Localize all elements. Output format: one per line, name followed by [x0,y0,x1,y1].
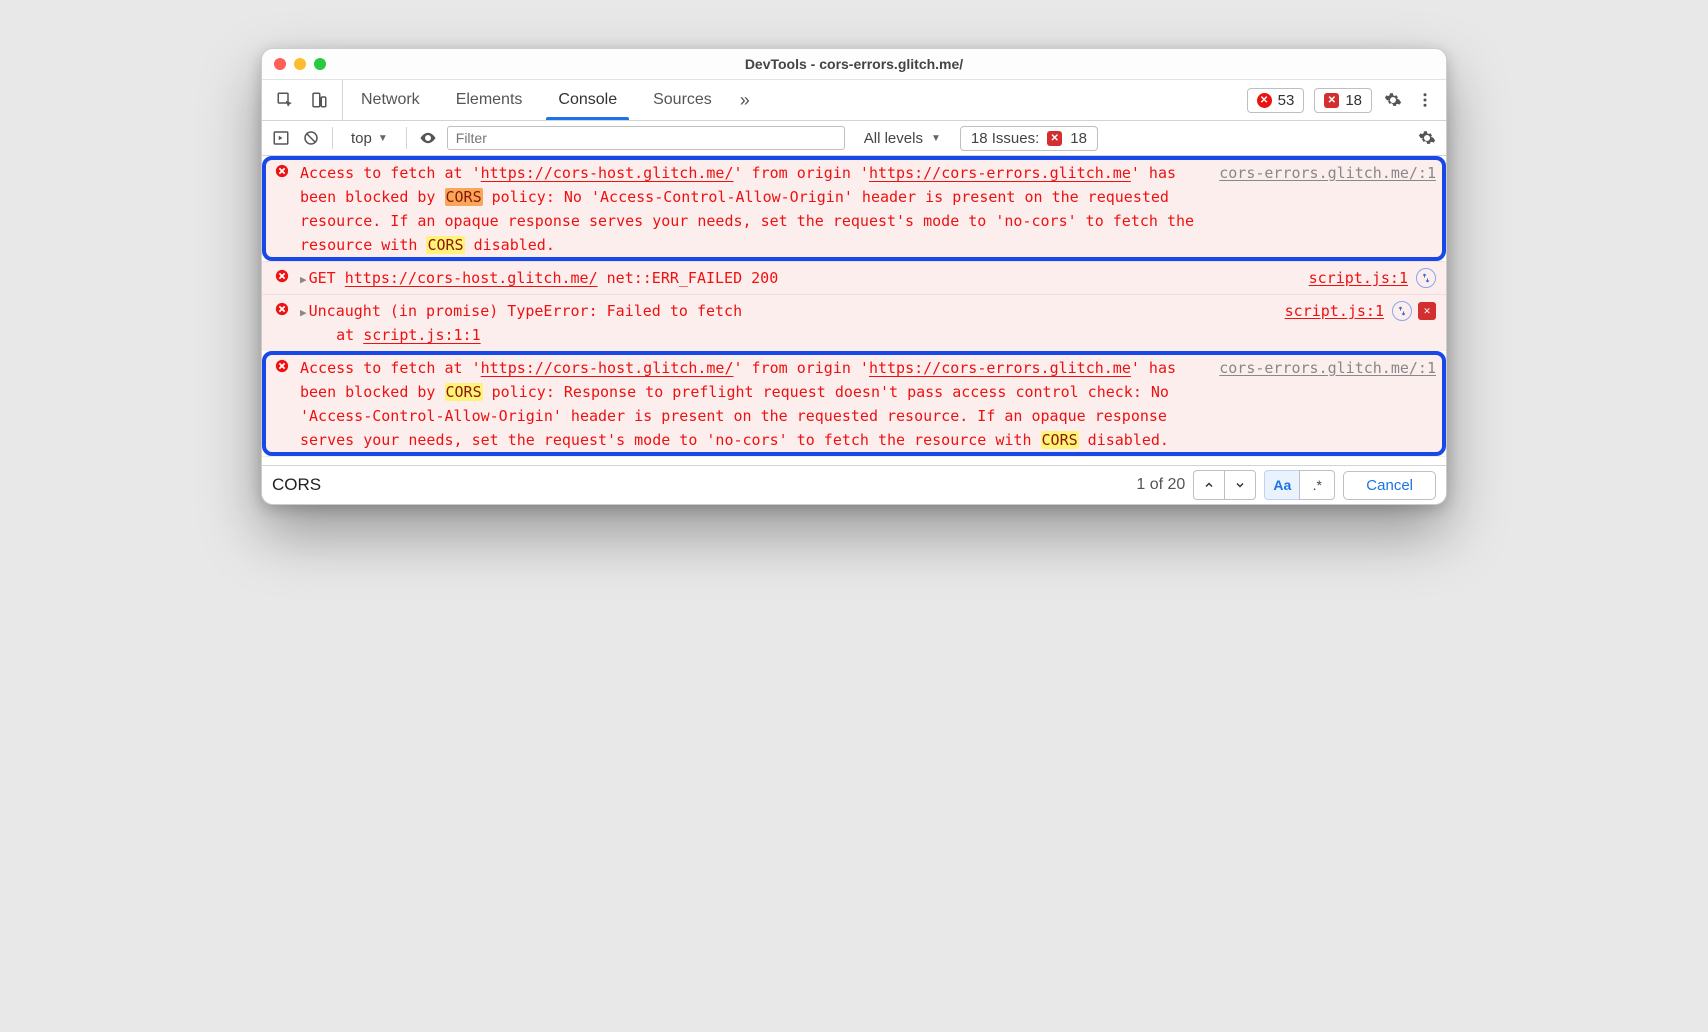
window-controls [262,58,326,70]
console-toolbar: top ▼ All levels ▼ 18 Issues: ✕ 18 [262,121,1446,156]
kebab-menu-icon[interactable] [1414,89,1436,111]
find-next-button[interactable] [1224,470,1256,500]
filter-input[interactable] [447,126,845,150]
panel-tabstrip: NetworkElementsConsoleSources » ✕ 53 ✕ 1… [262,80,1446,121]
find-cancel-button[interactable]: Cancel [1343,471,1436,500]
close-window-button[interactable] [274,58,286,70]
find-prev-button[interactable] [1193,470,1224,500]
tab-console[interactable]: Console [540,80,635,120]
toggle-console-drawer-icon[interactable] [270,127,292,149]
issues-counter[interactable]: 18 Issues: ✕ 18 [960,126,1098,151]
search-highlight: CORS [426,236,464,254]
message-source-link[interactable]: cors-errors.glitch.me/:1 [1219,356,1436,380]
settings-icon[interactable] [1382,89,1404,111]
message-source-link[interactable]: script.js:1 [1285,299,1384,323]
regex-toggle[interactable]: .* [1299,470,1335,500]
devtools-window: DevTools - cors-errors.glitch.me/ Networ… [261,48,1447,505]
context-label: top [351,130,372,147]
tab-sources[interactable]: Sources [635,80,730,120]
source-link[interactable]: https://cors-errors.glitch.me [869,164,1131,182]
error-icon [272,266,292,283]
issue-link-icon[interactable]: ✕ [1418,302,1436,320]
console-error-message[interactable]: Access to fetch at 'https://cors-host.gl… [262,156,1446,261]
inspect-element-icon[interactable] [274,89,296,111]
message-source-link[interactable]: cors-errors.glitch.me/:1 [1219,161,1436,185]
console-error-message[interactable]: ▶GET https://cors-host.glitch.me/ net::E… [262,261,1446,294]
search-highlight: CORS [445,188,483,206]
tab-elements[interactable]: Elements [438,80,541,120]
device-toolbar-icon[interactable] [308,89,330,111]
titlebar: DevTools - cors-errors.glitch.me/ [262,49,1446,80]
request-initiator-icon[interactable] [1416,268,1436,288]
expand-icon[interactable]: ▶ [300,306,307,319]
issues-label: 18 Issues: [971,130,1039,147]
source-link[interactable]: https://cors-host.glitch.me/ [345,269,598,287]
clear-console-icon[interactable] [300,127,322,149]
issue-count: 18 [1345,92,1362,109]
chevron-down-icon: ▼ [931,133,941,144]
request-initiator-icon[interactable] [1392,301,1412,321]
message-text: ▶Uncaught (in promise) TypeError: Failed… [300,299,1277,347]
console-spacer [262,456,1446,465]
source-link[interactable]: https://cors-errors.glitch.me [869,359,1131,377]
message-text: Access to fetch at 'https://cors-host.gl… [300,161,1211,257]
context-selector[interactable]: top ▼ [343,126,396,151]
error-icon [272,161,292,178]
source-link[interactable]: https://cors-host.glitch.me/ [481,164,734,182]
error-icon [272,356,292,373]
window-title: DevTools - cors-errors.glitch.me/ [262,56,1446,72]
error-count-badge[interactable]: ✕ 53 [1247,88,1305,113]
console-error-message[interactable]: Access to fetch at 'https://cors-host.gl… [262,351,1446,456]
tab-network[interactable]: Network [343,80,438,120]
error-count: 53 [1278,92,1295,109]
issue-icon: ✕ [1047,131,1062,146]
expand-icon[interactable]: ▶ [300,273,307,286]
log-levels-label: All levels [864,130,923,147]
issue-count-badge[interactable]: ✕ 18 [1314,88,1372,113]
message-source-link[interactable]: script.js:1 [1309,266,1408,290]
error-icon: ✕ [1257,93,1272,108]
zoom-window-button[interactable] [314,58,326,70]
match-case-toggle[interactable]: Aa [1264,470,1299,500]
live-expression-icon[interactable] [417,127,439,149]
error-icon [272,299,292,316]
source-link[interactable]: https://cors-host.glitch.me/ [481,359,734,377]
issue-icon: ✕ [1324,93,1339,108]
find-input[interactable] [262,472,802,498]
source-link[interactable]: script.js:1:1 [363,326,480,344]
find-count: 1 of 20 [1136,476,1185,494]
issues-count: 18 [1070,130,1087,147]
chevron-down-icon: ▼ [378,133,388,144]
search-highlight: CORS [445,383,483,401]
console-output: Access to fetch at 'https://cors-host.gl… [262,156,1446,456]
console-error-message[interactable]: ▶Uncaught (in promise) TypeError: Failed… [262,294,1446,351]
console-settings-icon[interactable] [1416,127,1438,149]
find-bar: 1 of 20 Aa .* Cancel [262,465,1446,504]
minimize-window-button[interactable] [294,58,306,70]
log-levels-selector[interactable]: All levels ▼ [853,125,952,152]
message-text: Access to fetch at 'https://cors-host.gl… [300,356,1211,452]
message-text: ▶GET https://cors-host.glitch.me/ net::E… [300,266,1301,290]
search-highlight: CORS [1041,431,1079,449]
more-tabs-button[interactable]: » [730,80,760,120]
